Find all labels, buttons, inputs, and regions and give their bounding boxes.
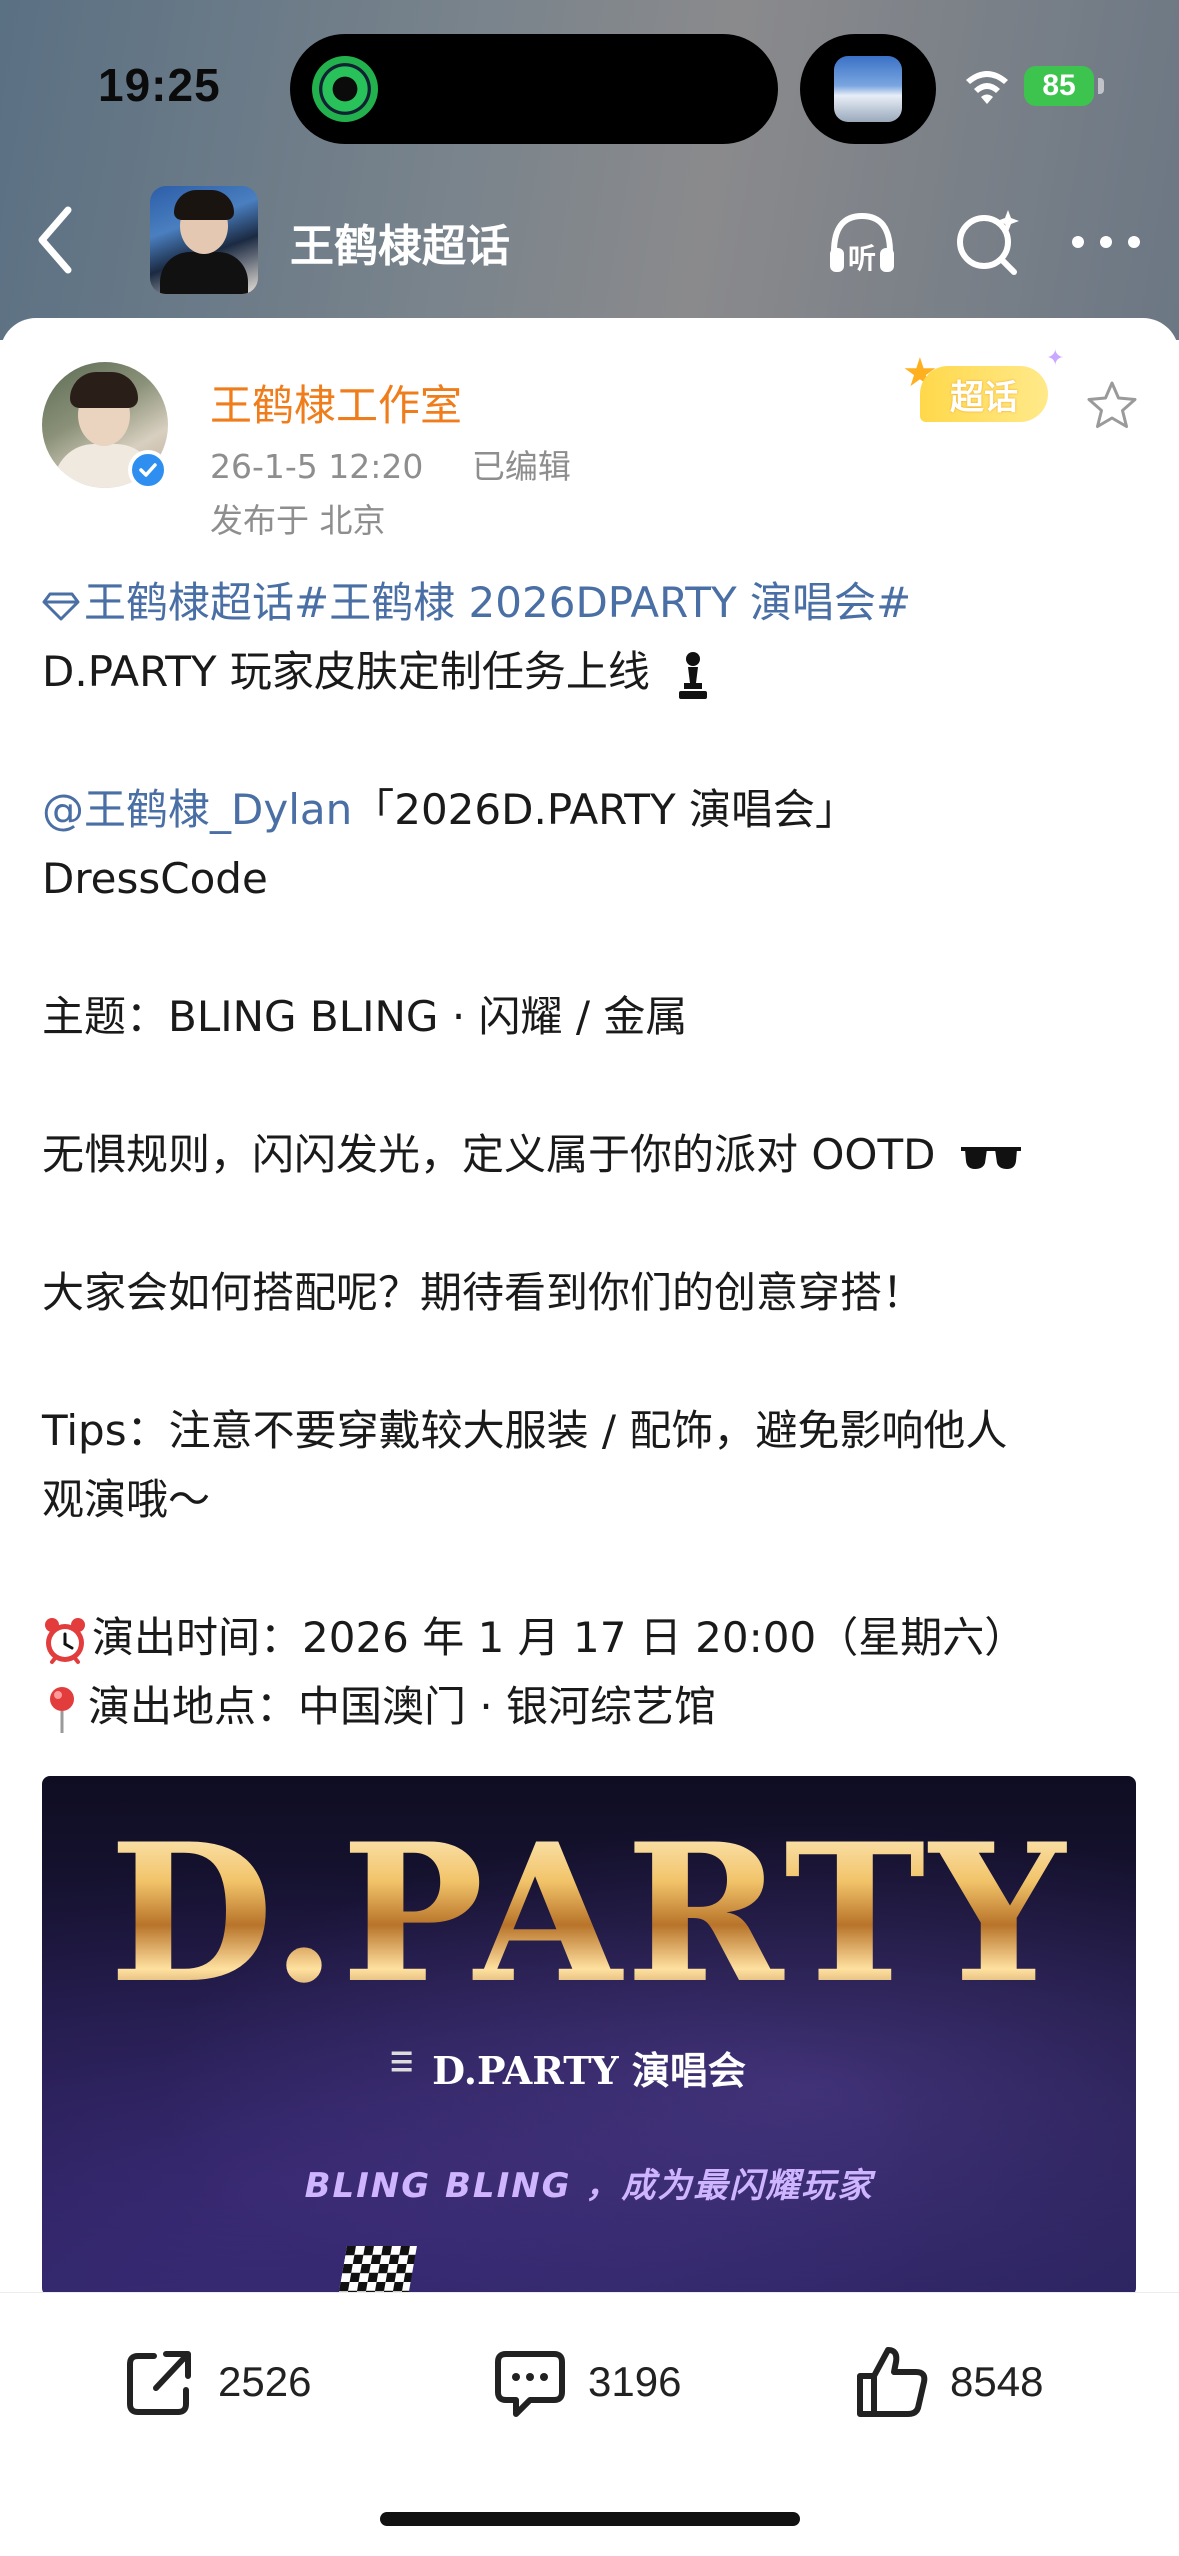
poster-subtitle: ☰ D.PARTY 演唱会 [390,2048,746,2093]
comment-button[interactable]: 3196 [490,2337,681,2427]
post-line-4: 主题：BLING BLING · 闪耀 / 金属 [42,992,688,1041]
post-body: 王鹤棣超话#王鹤棣 2026DPARTY 演唱会# D.PARTY 玩家皮肤定制… [42,568,1142,1741]
super-topic-link[interactable]: 王鹤棣超话 [84,578,294,627]
venue-text: 演出地点：中国澳门 · 银河综艺馆 [88,1682,717,1731]
dynamic-island-media[interactable] [800,34,936,144]
thumbs-up-icon [857,2347,928,2417]
super-topic-label: 超话 [920,366,1048,422]
poster-title: D.PARTY [42,1804,1136,2024]
battery-tip [1098,78,1104,94]
topic-title[interactable]: 王鹤棣超话 [290,210,510,274]
chess-pawn-icon [679,651,708,699]
sunglasses-icon [960,1146,1021,1169]
like-button[interactable]: 8548 [852,2337,1043,2427]
topic-avatar[interactable] [150,186,258,294]
hashtag-link[interactable]: #王鹤棣 2026DPARTY 演唱会# [294,578,911,627]
share-icon [127,2351,191,2415]
post-line-6: 大家会如何搭配呢？期待看到你们的创意穿搭！ [42,1268,925,1317]
poster-subtitle-text: D.PARTY 演唱会 [432,2048,746,2093]
post-line-9: 演出地点：中国澳门 · 银河综艺馆 [42,1672,1142,1741]
search-sparkle-icon[interactable] [946,200,1030,284]
post-text-1: D.PARTY 玩家皮肤定制任务上线 [42,647,650,696]
media-thumbnail [834,56,902,122]
post-line-8: 演出时间：2026 年 1 月 17 日 20:00（星期六） [42,1603,1142,1672]
post-line-7a: Tips：注意不要穿戴较大服装 / 配饰，避免影响他人 [42,1406,1008,1455]
post-line-3: DressCode [42,854,268,903]
post-text-5: 无惧规则，闪闪发光，定义属于你的派对 OOTD [42,1130,936,1179]
author-name[interactable]: 王鹤棣工作室 [210,372,462,433]
back-icon[interactable] [30,200,80,280]
super-topic-badge[interactable]: ★ 超话 ✦ [898,346,1078,436]
mention-link[interactable]: @王鹤棣_Dylan [42,785,352,834]
sparkle-icon: ✦ [1046,346,1065,371]
post-line-2: @王鹤棣_Dylan「2026D.PARTY 演唱会」 [42,775,1142,844]
poster-tagline: BLING BLING ，成为最闪耀玩家 [304,2166,874,2206]
status-time: 19:25 [98,59,221,111]
share-count: 2526 [218,2358,312,2405]
more-icon[interactable] [1064,200,1148,284]
battery-indicator: 85 [1024,66,1094,106]
checkered-flag-icon [337,2246,417,2296]
post-image[interactable]: D.PARTY ☰ D.PARTY 演唱会 BLING BLING ，成为最闪耀… [42,1776,1136,2296]
topic-line: 王鹤棣超话#王鹤棣 2026DPARTY 演唱会# [42,568,1142,637]
post-line-1: D.PARTY 玩家皮肤定制任务上线 [42,637,1142,706]
post-line-5: 无惧规则，闪闪发光，定义属于你的派对 OOTD [42,1120,1142,1189]
verified-icon [128,450,168,490]
dynamic-island[interactable] [290,34,778,144]
edited-label[interactable]: 已编辑 [472,447,571,486]
location-pin-icon [50,1686,74,1733]
post-text-2: 「2026D.PARTY 演唱会」 [352,785,857,834]
post-meta: 26-1-5 12:20 已编辑 [210,440,571,488]
comment-icon [495,2351,565,2417]
home-indicator[interactable] [380,2512,800,2526]
like-count: 8548 [950,2358,1044,2405]
post-line-7b: 观演哦～ [42,1475,211,1524]
wifi-icon [966,71,1008,104]
share-button[interactable]: 2526 [120,2337,311,2427]
listen-label: 听 [848,242,876,275]
alarm-clock-icon [45,1617,85,1664]
favorite-star-icon[interactable] [1084,378,1140,434]
post-location: 发布于 北京 [210,501,386,540]
post-date: 26-1-5 12:20 [210,447,424,486]
battery-level: 85 [1042,69,1076,102]
live-activity-app-icon [312,56,378,122]
diamond-icon [42,592,80,620]
comment-count: 3196 [588,2358,682,2405]
show-time-text: 演出时间：2026 年 1 月 17 日 20:00（星期六） [92,1613,1027,1662]
listen-icon[interactable]: 听 [820,200,904,284]
